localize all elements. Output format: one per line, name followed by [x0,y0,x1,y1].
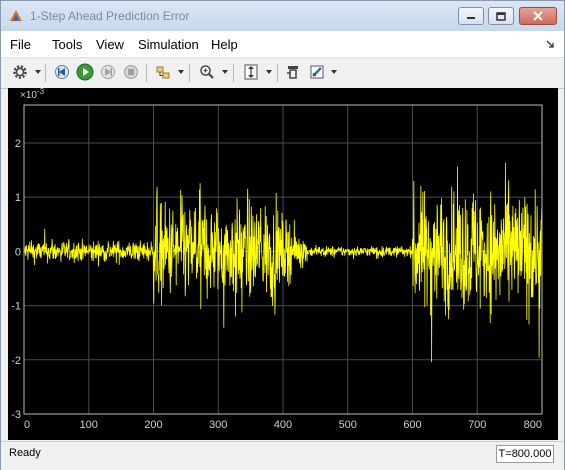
stop-button[interactable] [121,62,141,82]
y-tick-label: -1 [11,301,21,313]
highlight-button[interactable] [307,62,327,82]
minimize-button[interactable] [458,7,484,25]
zoom-button[interactable] [197,62,217,82]
toolbar-separator [189,64,190,82]
toolbar [1,57,564,89]
menu-simulation[interactable]: Simulation [138,37,199,52]
configuration-button[interactable] [10,62,30,82]
x-tick-label: 700 [468,419,486,431]
zoom-dropdown-arrow[interactable] [222,70,228,74]
matlab-scope-icon [10,10,22,21]
toolbar-separator [233,64,234,82]
grid-layer [23,105,543,415]
close-icon [533,11,543,21]
maximize-icon [496,11,506,21]
scope-display: ×10-3 0 100 200 300 400 500 600 700 800 -3 -2 -1 0 1 2 [8,88,558,440]
x-tick-label: 600 [403,419,421,431]
step-forward-button[interactable] [98,62,118,82]
gear-icon [13,65,27,79]
signal-selection-button[interactable] [153,62,173,82]
signal-selection-dropdown-arrow[interactable] [178,70,184,74]
window-title: 1-Step Ahead Prediction Error [30,9,190,23]
x-tick-label: 0 [24,419,30,431]
toolbar-separator [146,64,147,82]
x-tick-label: 100 [80,419,98,431]
x-tick-label: 400 [274,419,292,431]
restore-icon [287,66,298,79]
menu-file[interactable]: File [10,37,31,52]
scale-axes-dropdown-arrow[interactable] [266,70,272,74]
scale-axes-button[interactable] [241,62,261,82]
simulation-time: T=800.000 [496,445,554,463]
scale-axes-icon [244,64,258,80]
signal-selection-icon [156,66,170,79]
y-tick-label: -2 [11,355,21,367]
exponent-label: ×10-3 [20,88,45,101]
scope-window: 1-Step Ahead Prediction Error File Tools… [0,0,565,470]
x-tick-label: 300 [209,419,227,431]
step-back-button[interactable] [52,62,72,82]
step-forward-icon [101,65,115,79]
step-back-icon [55,65,69,79]
toolbar-separator [277,64,278,82]
configuration-dropdown-arrow[interactable] [35,70,41,74]
maximize-button[interactable] [488,7,514,25]
x-tick-label: 200 [144,419,162,431]
menu-view[interactable]: View [96,37,124,52]
run-icon [76,63,94,81]
highlight-icon [310,65,324,79]
y-tick-label: 0 [15,246,21,258]
status-text: Ready [9,447,41,459]
restore-button[interactable] [283,62,303,82]
run-button[interactable] [75,62,95,82]
menu-tools[interactable]: Tools [52,37,82,52]
menu-bar: File Tools View Simulation Help [1,31,564,57]
close-button[interactable] [519,7,557,25]
y-tick-label: -3 [11,409,21,421]
x-tick-label: 500 [339,419,357,431]
title-bar[interactable]: 1-Step Ahead Prediction Error [1,1,564,31]
y-tick-label: 2 [15,138,21,150]
toolbar-separator [45,64,46,82]
minimize-icon [467,17,475,19]
scope-plot: ×10-3 0 100 200 300 400 500 600 700 800 -3 -2 -1 0 1 2 [11,88,543,431]
y-tick-label: 1 [15,192,21,204]
menu-help[interactable]: Help [211,37,238,52]
zoom-icon [200,65,214,79]
dock-arrow-icon[interactable] [546,40,554,48]
highlight-dropdown-arrow[interactable] [331,70,337,74]
stop-icon [124,65,138,79]
status-bar: Ready T=800.000 [1,441,564,470]
x-tick-label: 800 [524,419,542,431]
